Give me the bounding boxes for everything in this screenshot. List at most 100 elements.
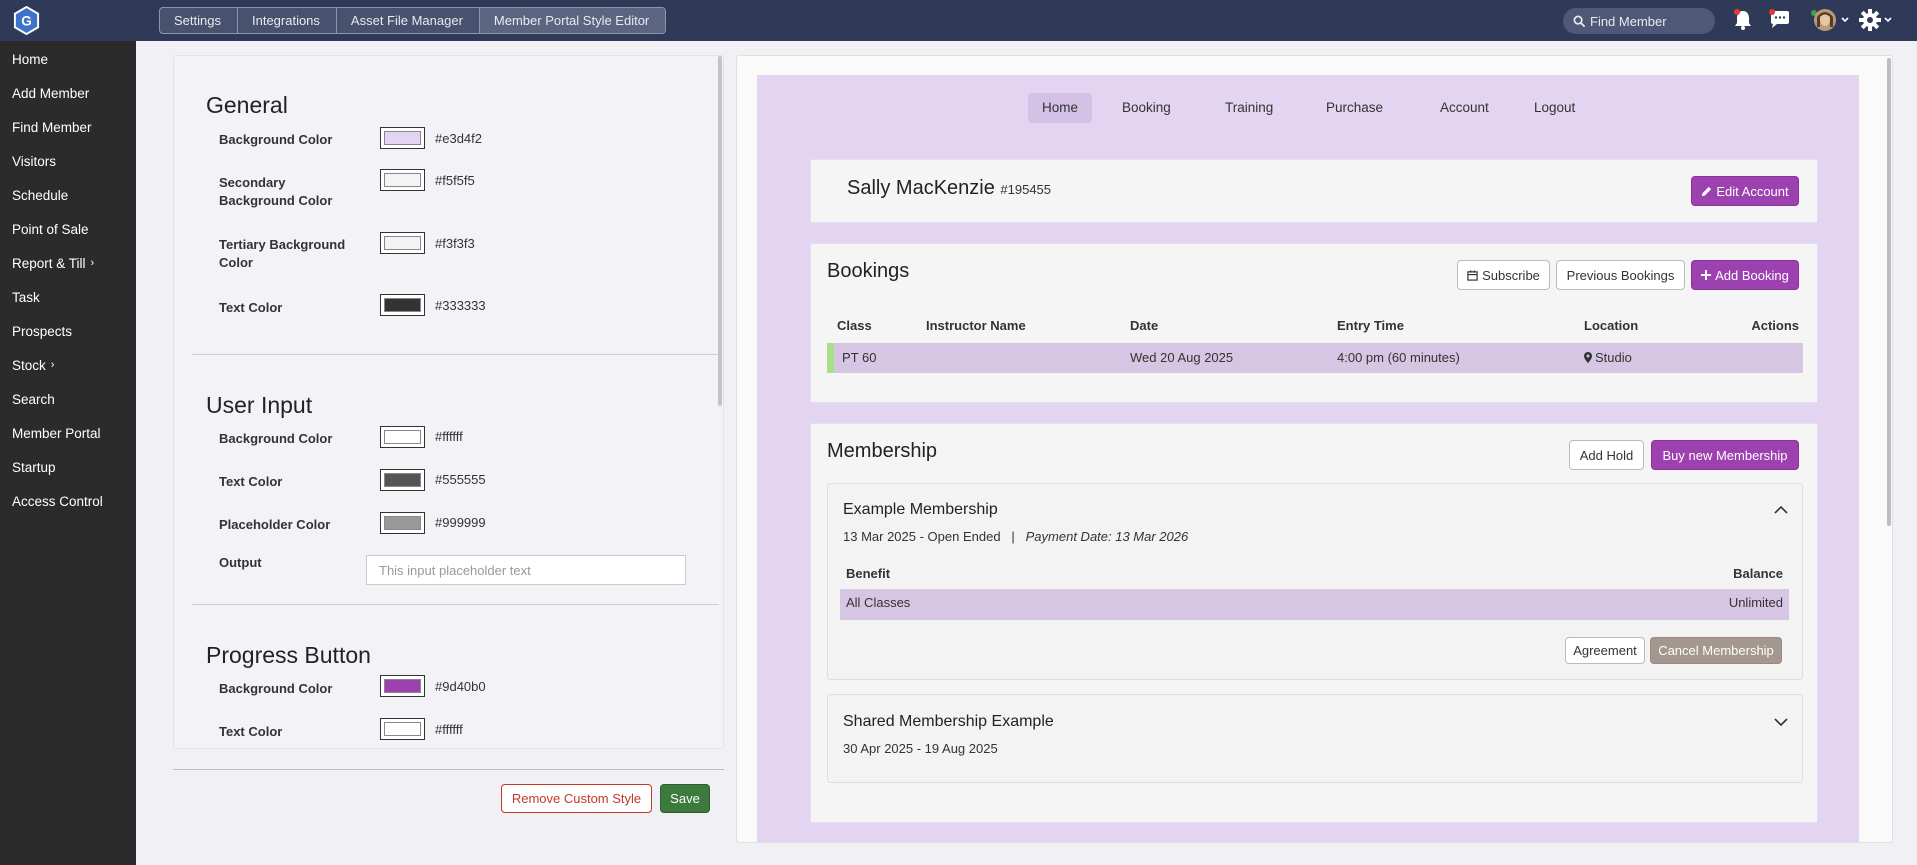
general-bg-color-picker[interactable] <box>380 127 425 149</box>
top-bar: G Settings Integrations Asset File Manag… <box>0 0 1917 41</box>
color-swatch <box>384 430 421 444</box>
progress-bg-color-picker[interactable] <box>380 675 425 697</box>
sidebar-item-find-member[interactable]: Find Member <box>0 110 136 144</box>
remove-custom-style-button[interactable]: Remove Custom Style <box>501 784 652 813</box>
progress-text-color-picker[interactable] <box>380 718 425 740</box>
buy-membership-button[interactable]: Buy new Membership <box>1651 440 1799 470</box>
col-instructor: Instructor Name <box>926 318 1026 333</box>
sidebar-item-report-till[interactable]: Report & Till › <box>0 246 136 280</box>
general-secondary-bg-color-picker[interactable] <box>380 169 425 191</box>
chevron-down-icon[interactable] <box>1774 717 1788 727</box>
placeholder-color-picker[interactable] <box>380 512 425 534</box>
membership-card: Membership Add Hold Buy new Membership E… <box>810 423 1818 823</box>
portal-nav-home[interactable]: Home <box>1028 93 1093 123</box>
breadcrumb-integrations[interactable]: Integrations <box>238 8 337 33</box>
sidebar-item-member-portal[interactable]: Member Portal <box>0 416 136 450</box>
map-marker-icon <box>1584 352 1592 363</box>
progress-text-color-label: Text Color <box>219 724 283 739</box>
portal-nav-booking[interactable]: Booking <box>1108 93 1185 123</box>
output-preview-input[interactable] <box>366 555 686 585</box>
find-member-search[interactable]: Find Member <box>1563 8 1715 34</box>
sidebar-item-home[interactable]: Home <box>0 42 136 76</box>
table-row[interactable]: PT 60 Wed 20 Aug 2025 4:00 pm (60 minute… <box>827 343 1803 373</box>
general-tertiary-bg-color-picker[interactable] <box>380 232 425 254</box>
previous-bookings-button[interactable]: Previous Bookings <box>1556 260 1685 290</box>
section-divider <box>192 354 719 355</box>
save-button[interactable]: Save <box>660 784 710 813</box>
membership-name: Shared Membership Example <box>843 713 1054 730</box>
app-logo-icon[interactable]: G <box>12 6 41 35</box>
general-tertiary-bg-hex: #f3f3f3 <box>435 236 475 251</box>
add-booking-button[interactable]: Add Booking <box>1691 260 1799 290</box>
bookings-table-header: Class Instructor Name Date Entry Time Lo… <box>827 314 1803 338</box>
col-balance: Balance <box>1733 566 1783 581</box>
breadcrumb: Settings Integrations Asset File Manager… <box>159 7 667 34</box>
agreement-button[interactable]: Agreement <box>1565 637 1645 664</box>
chevron-up-icon[interactable] <box>1774 505 1788 515</box>
style-editor-panel[interactable]: General Background Color #e3d4f2 Seconda… <box>173 55 724 749</box>
subscribe-label: Subscribe <box>1482 267 1540 283</box>
general-text-color-picker[interactable] <box>380 294 425 316</box>
portal-nav-logout[interactable]: Logout <box>1520 93 1589 123</box>
breadcrumb-style-editor[interactable]: Member Portal Style Editor <box>479 8 666 33</box>
sidebar-item-label: Task <box>12 289 40 305</box>
col-location: Location <box>1584 318 1639 333</box>
user-input-section-title: User Input <box>206 392 313 418</box>
add-hold-button[interactable]: Add Hold <box>1569 440 1644 470</box>
sidebar-item-startup[interactable]: Startup <box>0 450 136 484</box>
cancel-membership-button[interactable]: Cancel Membership <box>1650 637 1782 664</box>
portal-nav: Home Booking Training Purchase Account L… <box>757 93 1859 123</box>
sidebar-item-prospects[interactable]: Prospects <box>0 314 136 348</box>
member-id: #195455 <box>1000 182 1052 197</box>
sidebar-item-access-control[interactable]: Access Control <box>0 484 136 518</box>
search-placeholder: Find Member <box>1590 13 1667 29</box>
settings-gear-icon[interactable] <box>1858 8 1896 32</box>
sidebar-item-schedule[interactable]: Schedule <box>0 178 136 212</box>
edit-account-button[interactable]: Edit Account <box>1691 176 1799 206</box>
add-booking-label: Add Booking <box>1715 267 1789 283</box>
sidebar-item-label: Find Member <box>12 119 92 135</box>
sidebar-item-label: Prospects <box>12 323 73 339</box>
sidebar-item-visitors[interactable]: Visitors <box>0 144 136 178</box>
input-bg-color-picker[interactable] <box>380 426 425 448</box>
sidebar-item-task[interactable]: Task <box>0 280 136 314</box>
booking-location: Studio <box>1584 350 1632 365</box>
input-text-color-hex: #555555 <box>435 472 486 487</box>
sidebar-item-search[interactable]: Search <box>0 382 136 416</box>
col-date: Date <box>1130 318 1159 333</box>
plus-icon <box>1701 270 1712 280</box>
sidebar-item-label: Report & Till <box>12 255 86 271</box>
portal-nav-training[interactable]: Training <box>1211 93 1287 123</box>
search-icon <box>1573 15 1586 27</box>
portal-nav-account[interactable]: Account <box>1426 93 1503 123</box>
notification-bell-icon[interactable] <box>1732 8 1754 32</box>
portal-preview: Home Booking Training Purchase Account L… <box>757 75 1859 842</box>
booking-status-indicator <box>827 343 834 373</box>
preview-scrollbar[interactable] <box>1887 58 1891 526</box>
membership-name: Example Membership <box>843 501 998 518</box>
sidebar-item-stock[interactable]: Stock › <box>0 348 136 382</box>
col-benefit: Benefit <box>846 566 891 581</box>
input-text-color-label: Text Color <box>219 474 283 489</box>
sidebar-item-point-of-sale[interactable]: Point of Sale <box>0 212 136 246</box>
user-avatar[interactable] <box>1808 7 1852 33</box>
sidebar-item-add-member[interactable]: Add Member <box>0 76 136 110</box>
sidebar-item-label: Startup <box>12 459 56 475</box>
color-swatch <box>384 236 421 250</box>
breadcrumb-settings[interactable]: Settings <box>160 8 238 33</box>
portal-nav-purchase[interactable]: Purchase <box>1312 93 1397 123</box>
booking-class: PT 60 <box>842 350 877 365</box>
bookings-title: Bookings <box>827 260 910 282</box>
breadcrumb-asset-file-manager[interactable]: Asset File Manager <box>337 8 480 33</box>
messages-icon[interactable] <box>1768 8 1792 32</box>
subscribe-button[interactable]: Subscribe <box>1457 260 1550 290</box>
benefit-table-header: Benefit Balance <box>840 560 1789 582</box>
portal-preview-frame: Home Booking Training Purchase Account L… <box>736 55 1893 843</box>
input-text-color-picker[interactable] <box>380 469 425 491</box>
sidebar-item-label: Add Member <box>12 85 90 101</box>
general-bg-hex: #e3d4f2 <box>435 131 482 146</box>
color-swatch <box>384 679 421 693</box>
actions-divider <box>173 769 724 770</box>
member-header-card: Sally MacKenzie #195455 Edit Account <box>810 159 1818 223</box>
editor-scrollbar[interactable] <box>718 56 722 406</box>
